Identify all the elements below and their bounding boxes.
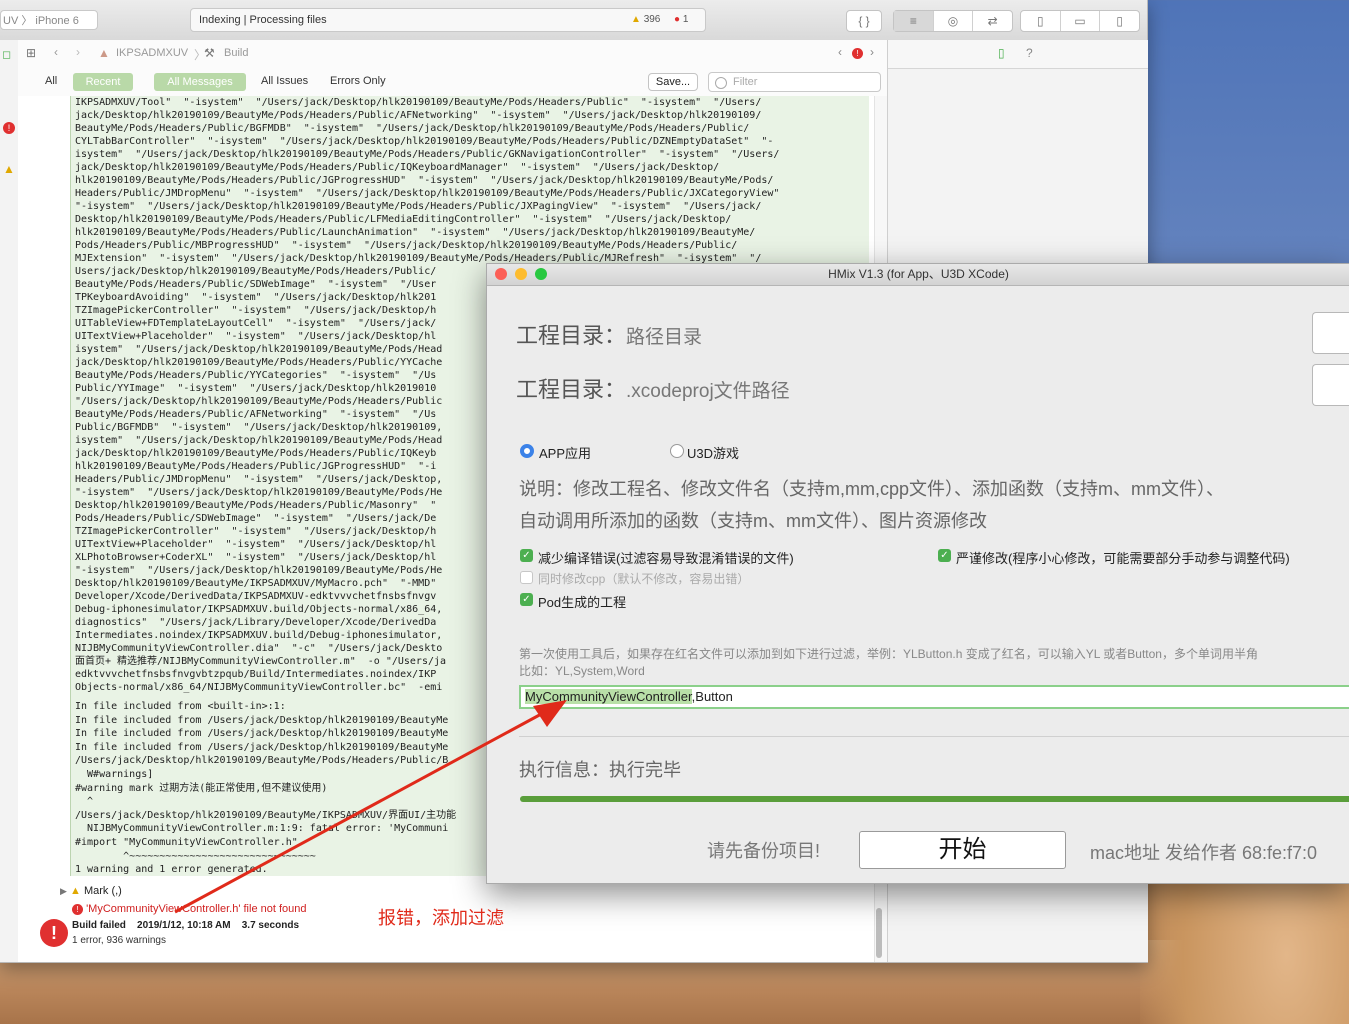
annotation-arrow — [174, 700, 567, 914]
